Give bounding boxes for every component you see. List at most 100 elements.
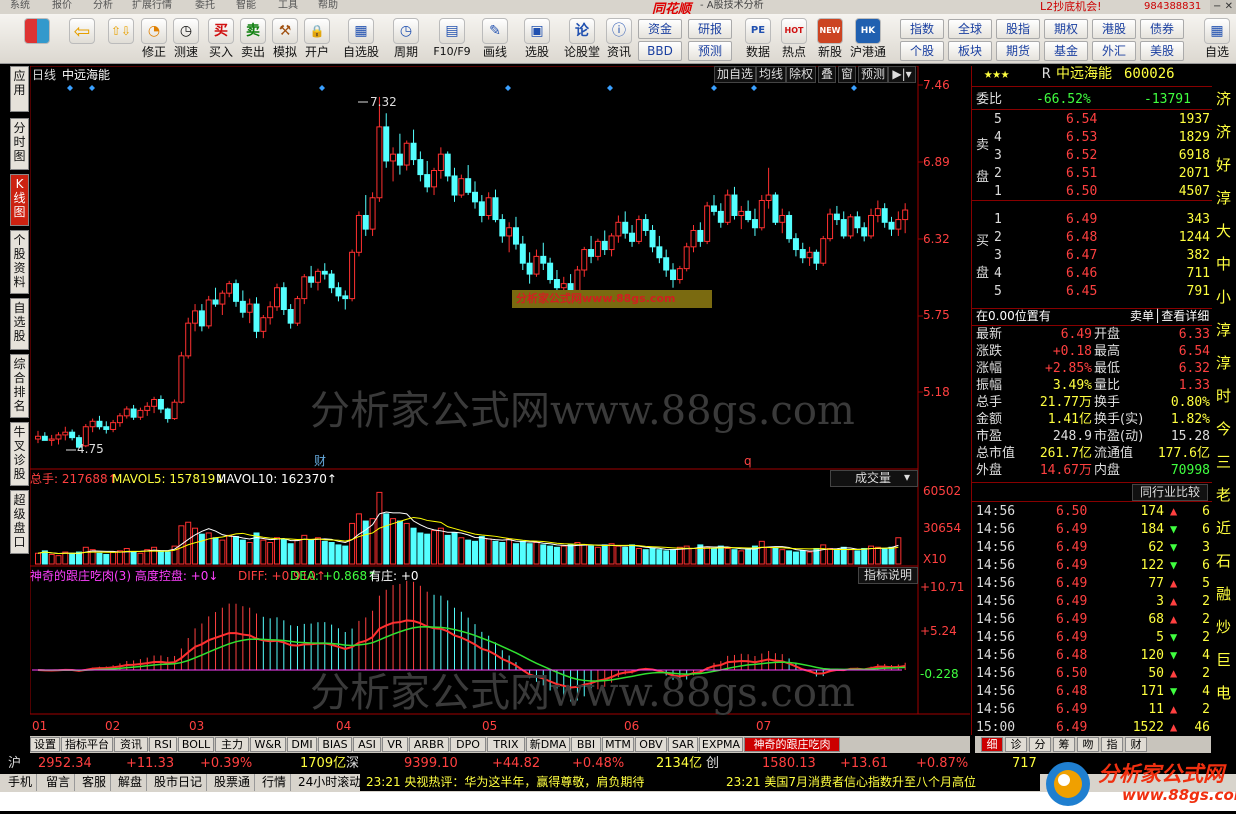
indicator-tab[interactable]: 主力 (215, 737, 249, 752)
indicator-tab[interactable]: 设置 (30, 737, 60, 752)
status-item[interactable]: 股市日记 (154, 774, 208, 791)
status-item[interactable]: 24小时滚动 (298, 774, 367, 791)
news-ticker-1[interactable]: 23:21 央视热评：华为这半年，赢得尊敬，肩负期待 (360, 774, 720, 791)
status-item[interactable]: 行情 (262, 774, 292, 791)
color-palette-button[interactable] (22, 16, 52, 62)
capital-button[interactable]: 资金 (638, 19, 682, 39)
quote-tab[interactable]: 指 (1101, 737, 1123, 752)
back-button[interactable]: ⇦ (66, 16, 98, 62)
menu-item-analysis[interactable]: 分析 (93, 0, 113, 12)
speed-test-button[interactable]: ◷ 测速 (170, 16, 202, 62)
kline-chart-area[interactable]: 日线 中远海能 加自选 均线 除权 叠 窗 预测 ▶|▾ 7.46 6.89 6… (30, 66, 970, 735)
indicator-tab[interactable]: VR (382, 737, 408, 752)
indicator-tab[interactable]: DMI (287, 737, 317, 752)
quote-tab[interactable]: 筹 (1053, 737, 1075, 752)
menu-item-help[interactable]: 帮助 (318, 0, 338, 12)
status-item[interactable]: 手机 (8, 774, 38, 791)
options-button[interactable]: 期权 (1044, 19, 1088, 39)
nav-super-level[interactable]: 超级盘口 (10, 490, 29, 554)
data-button[interactable]: PE 数据 (742, 16, 774, 62)
overlay-button[interactable]: 叠 (818, 66, 837, 83)
indicator-explain-button[interactable]: 指标说明 (858, 567, 918, 584)
side-news-char[interactable]: 电 (1216, 682, 1231, 703)
side-news-char[interactable]: 小 (1216, 286, 1231, 307)
f10-f9-button[interactable]: ▤ F10/F9 (428, 16, 476, 62)
finance-event-marker[interactable]: 财 (314, 454, 326, 468)
quote-tab[interactable]: 财 (1125, 737, 1147, 752)
indicator-tab[interactable]: BOLL (178, 737, 214, 752)
nav-watchlist[interactable]: 自选股 (10, 298, 29, 350)
simulate-button[interactable]: ⚒ 模拟 (270, 16, 300, 62)
indicator-tab[interactable]: ASI (353, 737, 381, 752)
nav-diagnosis[interactable]: 牛叉诊股 (10, 422, 29, 486)
q-event-marker[interactable]: q (744, 454, 752, 468)
bid-price[interactable]: 6.47 (1066, 247, 1097, 264)
side-news-char[interactable]: 好 (1216, 154, 1231, 175)
side-news-char[interactable]: 近 (1216, 517, 1231, 538)
ma-button[interactable]: 均线 (756, 66, 787, 83)
bid-price[interactable]: 6.45 (1066, 283, 1097, 300)
forex-button[interactable]: 外汇 (1092, 41, 1136, 61)
nav-apps[interactable]: 应用 (10, 66, 29, 112)
quote-tab[interactable]: 诊 (1005, 737, 1027, 752)
status-item[interactable]: 客服 (82, 774, 112, 791)
page-updown-button[interactable]: ⇧⇩ (106, 16, 136, 62)
indicator-tab[interactable]: W&R (250, 737, 286, 752)
hot-button[interactable]: HOT 热点 (778, 16, 810, 62)
new-stock-button[interactable]: NEW 新股 (814, 16, 846, 62)
menu-item-smart[interactable]: 智能 (236, 0, 256, 12)
status-item[interactable]: 解盘 (118, 774, 148, 791)
menu-item-ext-quote[interactable]: 扩展行情 (132, 0, 172, 12)
single-stock-button[interactable]: 个股 (900, 41, 944, 61)
ask-price[interactable]: 6.51 (1066, 165, 1097, 182)
l2-promo-link[interactable]: L2抄底机会! (1040, 0, 1102, 13)
side-news-char[interactable]: 老 (1216, 484, 1231, 505)
indicator-tab[interactable]: 新DMA (526, 737, 570, 752)
ask-price[interactable]: 6.54 (1066, 111, 1097, 128)
buy-button[interactable]: 买买入 (206, 16, 236, 62)
bid-price[interactable]: 6.46 (1066, 265, 1097, 282)
side-news-char[interactable]: 大 (1216, 220, 1231, 241)
status-item[interactable]: 股票通 (214, 774, 256, 791)
side-news-char[interactable]: 淳 (1216, 352, 1231, 373)
menu-item-order[interactable]: 委托 (195, 0, 215, 12)
indicator-tab[interactable]: EXPMA (699, 737, 743, 752)
us-stocks-button[interactable]: 美股 (1140, 41, 1184, 61)
fund-button[interactable]: 基金 (1044, 41, 1088, 61)
ask-price[interactable]: 6.50 (1066, 183, 1097, 200)
stock-screener-button[interactable]: ▣ 选股 (520, 16, 554, 62)
ex-rights-button[interactable]: 除权 (786, 66, 817, 83)
side-news-char[interactable]: 石 (1216, 550, 1231, 571)
nav-kline[interactable]: K线图 (10, 174, 29, 226)
nav-stock-info[interactable]: 个股资料 (10, 230, 29, 294)
menu-item-system[interactable]: 系统 (10, 0, 30, 12)
window-button[interactable]: 窗 (838, 66, 857, 83)
side-news-char[interactable]: 炒 (1216, 616, 1231, 637)
side-news-char[interactable]: 今 (1216, 418, 1231, 439)
sell-button[interactable]: 卖卖出 (238, 16, 268, 62)
status-item[interactable]: 留言 (46, 774, 76, 791)
global-button[interactable]: 全球 (948, 19, 992, 39)
side-news-char[interactable]: 济 (1216, 88, 1231, 109)
quote-tab[interactable]: 细 (981, 737, 1003, 752)
research-button[interactable]: 研报 (688, 19, 732, 39)
indicator-tab[interactable]: OBV (635, 737, 667, 752)
news-button[interactable]: ⓘ 资讯 (604, 16, 634, 62)
nav-timeshare[interactable]: 分时图 (10, 118, 29, 170)
hk-stocks-button[interactable]: 港股 (1092, 19, 1136, 39)
indicator-tab[interactable]: SAR (668, 737, 698, 752)
indicator-tab[interactable]: 指标平台 (61, 737, 113, 752)
quote-tab[interactable]: 吻 (1077, 737, 1099, 752)
side-news-char[interactable]: 淳 (1216, 187, 1231, 208)
side-news-char[interactable]: 济 (1216, 121, 1231, 142)
index-button[interactable]: 指数 (900, 19, 944, 39)
view-detail-link[interactable]: 卖单│查看详细 (1130, 308, 1209, 325)
forecast-button[interactable]: 预测 (688, 41, 732, 61)
indicator-tab[interactable]: MTM (602, 737, 634, 752)
side-news-char[interactable]: 时 (1216, 385, 1231, 406)
draw-line-button[interactable]: ✎ 画线 (478, 16, 512, 62)
menu-item-quote[interactable]: 报价 (52, 0, 72, 12)
ask-price[interactable]: 6.52 (1066, 147, 1097, 164)
side-news-char[interactable]: 融 (1216, 583, 1231, 604)
hk-connect-button[interactable]: HK 沪港通 (848, 16, 888, 62)
